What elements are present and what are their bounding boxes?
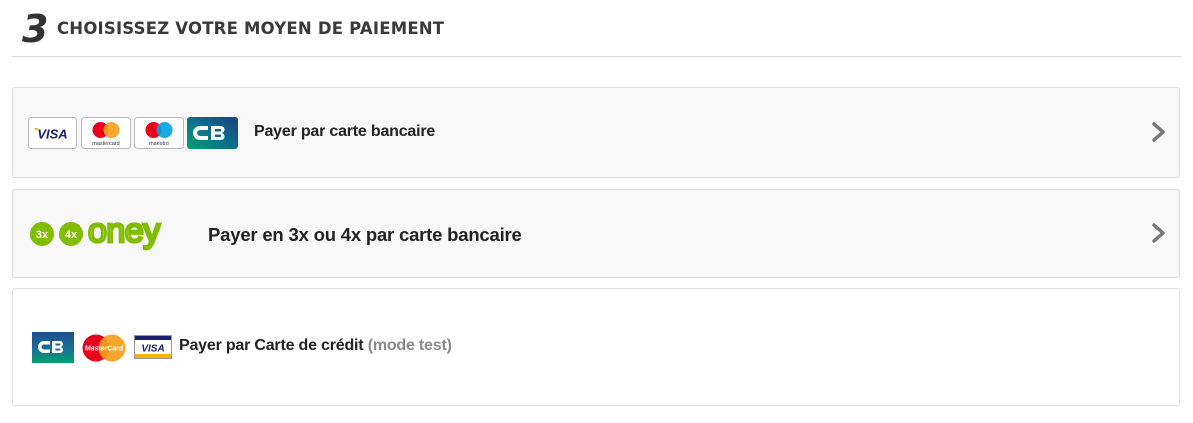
step-title: CHOISISSEZ VOTRE MOYEN DE PAIEMENT [57,19,445,38]
chevron-right-icon[interactable] [1151,120,1167,144]
maestro-logo: maestro [134,117,184,149]
payment-option-credit-card[interactable]: MasterCard VISA Payer par Carte de crédi… [12,288,1180,406]
oney-4x-badge: 4x [59,222,83,246]
chevron-right-icon[interactable] [1151,221,1167,245]
payment-option-card[interactable]: VISA mastercard maestro Payer par carte … [12,87,1180,178]
svg-text:oney: oney [88,214,160,250]
svg-text:maestro: maestro [149,141,169,147]
svg-text:VISA: VISA [37,127,67,142]
svg-text:3x: 3x [36,229,49,241]
svg-text:VISA: VISA [141,344,164,355]
step-header: 3 CHOISISSEZ VOTRE MOYEN DE PAIEMENT [12,0,1182,57]
payment-option-oney[interactable]: 3x 4x oney Payer en 3x ou 4x par carte b… [12,189,1180,278]
visa-logo: VISA [28,117,77,149]
payment-option-label-text: Payer par Carte de crédit [179,337,364,354]
test-mode-note: (mode test) [367,337,452,354]
step-number: 3 [22,7,49,51]
mastercard-logo: mastercard [81,117,131,149]
cb-logo [32,332,74,363]
payment-option-label: Payer par Carte de crédit (mode test) [179,337,452,355]
visa-logo: VISA [134,335,172,359]
mastercard-logo: MasterCard [82,334,126,362]
svg-text:MasterCard: MasterCard [85,346,124,353]
cb-logo [187,117,238,149]
oney-3x-badge: 3x [30,222,54,246]
svg-text:4x: 4x [65,229,78,241]
payment-option-label: Payer en 3x ou 4x par carte bancaire [208,224,522,245]
payment-option-label: Payer par carte bancaire [254,123,436,140]
svg-text:mastercard: mastercard [92,141,120,147]
oney-logo: oney [87,214,163,251]
